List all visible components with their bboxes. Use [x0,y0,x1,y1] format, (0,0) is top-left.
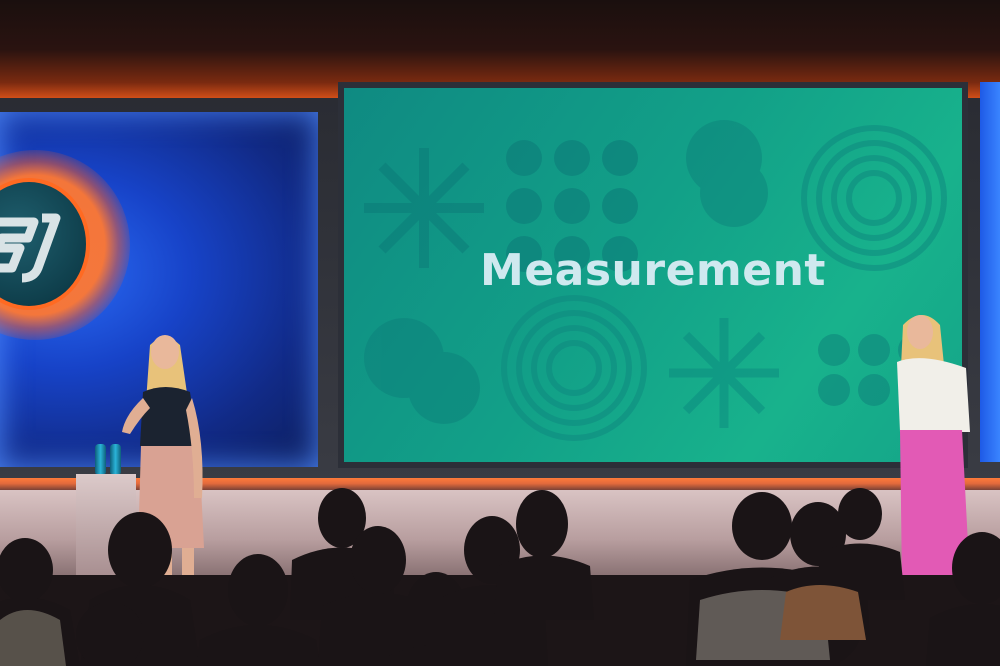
people-layer [0,315,1000,666]
right-speaker [897,315,970,582]
stage-scene: Measurement [0,0,1000,666]
